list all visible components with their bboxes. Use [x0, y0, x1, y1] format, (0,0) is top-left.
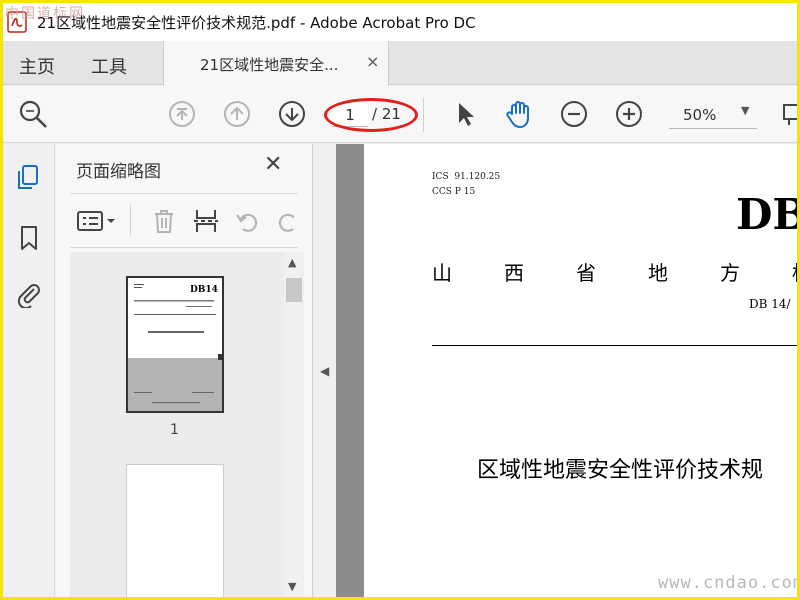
page-thumbnails-icon[interactable] — [15, 164, 43, 192]
extract-pages-icon[interactable] — [192, 207, 220, 235]
thumbnail-footer — [128, 358, 222, 411]
panel-splitter[interactable]: ◀ — [314, 144, 336, 597]
zoom-value: 50% — [683, 106, 717, 124]
thumbnail-resize-handle[interactable] — [218, 354, 224, 360]
zoom-select[interactable]: 50% ▼ — [669, 103, 757, 129]
delete-icon[interactable] — [150, 207, 178, 235]
toolbar: 1 / 21 50% ▼ — [3, 86, 797, 143]
left-rail — [3, 144, 55, 597]
svg-text:DB14: DB14 — [190, 285, 218, 295]
toolbar-divider — [423, 98, 424, 132]
panel-divider-2 — [70, 247, 298, 248]
thumbnail-scrollbar[interactable]: ▲ ▼ — [284, 252, 304, 597]
province-standard-label: 山西省地方标 — [432, 261, 797, 285]
scroll-down-icon[interactable]: ▼ — [288, 580, 296, 593]
ccs-code: CCS P 15 — [432, 187, 476, 197]
close-tab-button[interactable]: × — [366, 52, 379, 71]
annotation-ellipse — [324, 98, 418, 132]
document-page: ICS 91.120.25 CCS P 15 DB 山西省地方标 DB 14/ … — [364, 144, 797, 597]
thumbnail-options-icon[interactable] — [76, 207, 120, 235]
rotate-right-icon[interactable] — [274, 207, 294, 235]
app-window: 中国道标网 21区域性地震安全性评价技术规范.pdf - Adobe Acrob… — [0, 0, 800, 600]
rotate-left-icon[interactable] — [234, 207, 262, 235]
bookmarks-icon[interactable] — [15, 224, 43, 252]
thumbnail-panel: 页面缩略图 ✕ DB14 1 ▲ ▼ — [56, 144, 313, 597]
panel-title: 页面缩略图 — [76, 162, 161, 182]
close-panel-button[interactable]: ✕ — [264, 152, 282, 177]
zoom-out-icon[interactable] — [558, 98, 590, 130]
watermark-bottom: www.cndao.com — [658, 573, 800, 593]
collapse-panel-icon[interactable]: ◀ — [320, 364, 329, 378]
comment-tool-icon[interactable] — [781, 98, 797, 130]
page-thumbnail-1[interactable]: DB14 — [126, 276, 224, 413]
header-rule — [432, 345, 797, 346]
tab-home[interactable]: 主页 — [19, 53, 55, 79]
thumbnail-list: DB14 1 — [70, 252, 284, 597]
tab-document[interactable]: 21区域性地震安全... × — [163, 41, 389, 86]
search-icon[interactable] — [17, 98, 49, 130]
title-bar: 中国道标网 21区域性地震安全性评价技术规范.pdf - Adobe Acrob… — [3, 3, 797, 41]
tool-divider — [130, 204, 131, 236]
page-thumbnail-2[interactable] — [126, 464, 224, 597]
db-code: DB — [736, 190, 797, 239]
ics-code: ICS 91.120.25 — [432, 172, 501, 182]
scrollbar-thumb[interactable] — [286, 278, 302, 302]
thumbnail-page-number: 1 — [170, 422, 179, 438]
scroll-up-icon[interactable]: ▲ — [288, 256, 296, 269]
panel-divider — [70, 193, 298, 194]
document-background — [336, 144, 364, 597]
first-page-icon[interactable] — [166, 98, 198, 130]
standard-title: 区域性地震安全性评价技术规 — [477, 458, 764, 483]
previous-page-icon[interactable] — [221, 98, 253, 130]
select-cursor-icon[interactable] — [449, 98, 481, 130]
window-title: 21区域性地震安全性评价技术规范.pdf - Adobe Acrobat Pro… — [37, 14, 476, 32]
db-number: DB 14/ — [749, 297, 791, 311]
tab-document-label: 21区域性地震安全... — [200, 56, 339, 74]
tab-tools[interactable]: 工具 — [91, 53, 127, 79]
tab-bar: 主页 工具 21区域性地震安全... × — [3, 41, 797, 86]
zoom-in-icon[interactable] — [613, 98, 645, 130]
hand-tool-icon[interactable] — [503, 98, 535, 130]
next-page-icon[interactable] — [276, 98, 308, 130]
chevron-down-icon: ▼ — [741, 104, 750, 117]
attachments-icon[interactable] — [15, 280, 43, 308]
